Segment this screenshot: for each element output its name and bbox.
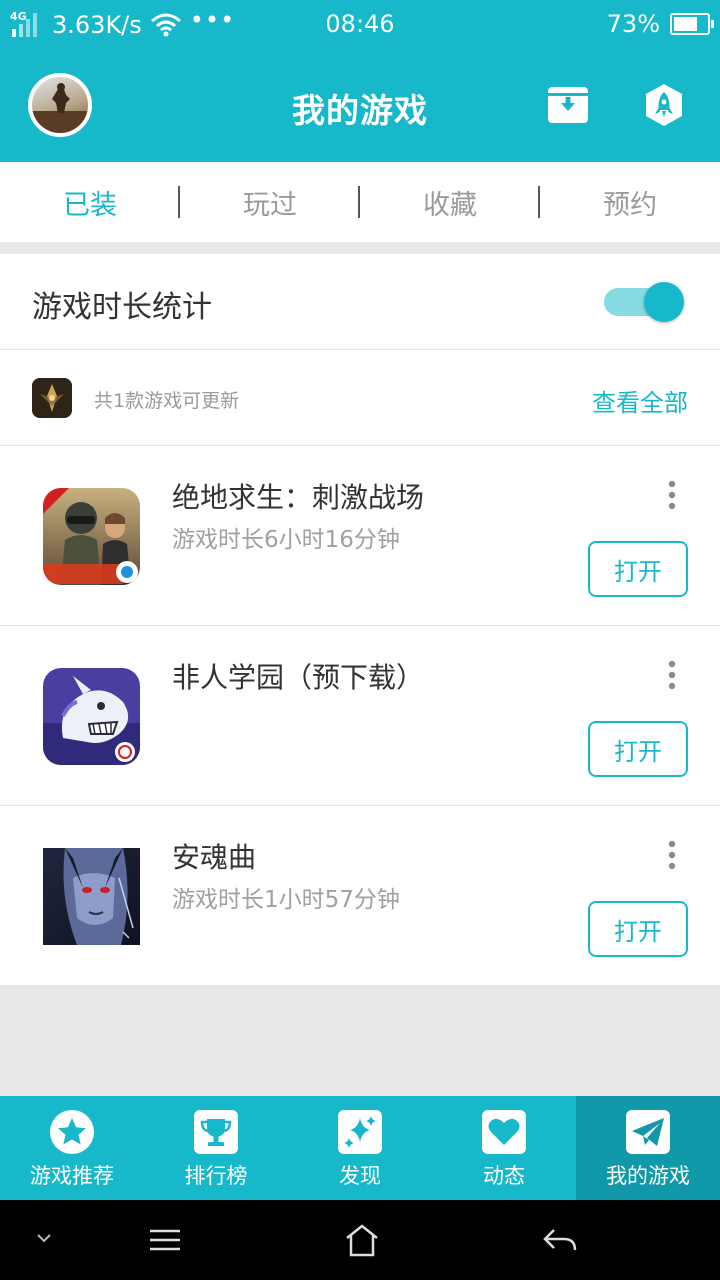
more-options-icon[interactable] <box>662 480 682 510</box>
star-icon <box>50 1110 94 1154</box>
tab-played[interactable]: 玩过 <box>180 162 360 242</box>
tab-reserved[interactable]: 预约 <box>540 162 720 242</box>
nav-label: 我的游戏 <box>606 1164 690 1188</box>
tab-divider <box>178 186 180 218</box>
nav-label: 排行榜 <box>184 1164 248 1188</box>
unicorn-game-icon <box>43 668 140 765</box>
nav-label: 动态 <box>483 1164 525 1188</box>
app-header: 我的游戏 <box>0 50 720 162</box>
more-options-icon[interactable] <box>662 840 682 870</box>
playtime-stats-toggle[interactable] <box>604 282 684 322</box>
menu-icon[interactable] <box>146 1222 184 1258</box>
update-count-text: 共1款游戏可更新 <box>94 390 240 412</box>
bottom-nav: 游戏推荐 排行榜 发现 动态 我的游戏 <box>0 1096 720 1200</box>
heart-icon <box>482 1110 526 1154</box>
open-button[interactable]: 打开 <box>588 541 688 597</box>
game-playtime: 游戏时长6小时16分钟 <box>172 527 400 553</box>
update-row[interactable]: 共1款游戏可更新 查看全部 <box>0 350 720 446</box>
nav-label: 游戏推荐 <box>30 1164 114 1188</box>
rocket-icon[interactable] <box>642 83 686 127</box>
trophy-icon <box>194 1110 238 1154</box>
open-button[interactable]: 打开 <box>588 721 688 777</box>
game-row[interactable]: 非人学园（预下载） 打开 <box>0 626 720 806</box>
game-name: 安魂曲 <box>172 841 257 874</box>
update-game-icon <box>32 378 72 418</box>
pubg-game-icon <box>43 488 140 585</box>
tab-installed[interactable]: 已装 <box>0 162 180 242</box>
page-title: 我的游戏 <box>292 91 428 130</box>
game-name: 非人学园（预下载） <box>172 661 425 694</box>
tab-divider <box>358 186 360 218</box>
battery-icon <box>670 13 714 35</box>
tab-divider <box>538 186 540 218</box>
game-name: 绝地求生：刺激战场 <box>172 481 425 514</box>
home-icon[interactable] <box>342 1222 382 1258</box>
nav-label: 发现 <box>339 1164 381 1188</box>
nav-rankings[interactable]: 排行榜 <box>144 1096 288 1200</box>
system-nav-bar <box>0 1200 720 1280</box>
battery-percent: 73% <box>606 10 660 38</box>
back-icon[interactable] <box>540 1222 580 1258</box>
more-options-icon[interactable] <box>662 660 682 690</box>
status-bar: 4G 3.63K/s ••• 08:46 73% <box>0 0 720 50</box>
paper-plane-icon <box>626 1110 670 1154</box>
nav-my-games[interactable]: 我的游戏 <box>576 1096 720 1200</box>
sparkle-icon <box>338 1110 382 1154</box>
game-row[interactable]: 绝地求生：刺激战场 游戏时长6小时16分钟 打开 <box>0 446 720 626</box>
game-row[interactable]: 安魂曲 游戏时长1小时57分钟 打开 <box>0 806 720 986</box>
tab-bar: 已装 玩过 收藏 预约 <box>0 162 720 242</box>
nav-discover[interactable]: 发现 <box>288 1096 432 1200</box>
game-playtime: 游戏时长1小时57分钟 <box>172 887 400 913</box>
playtime-stats-label: 游戏时长统计 <box>32 290 212 325</box>
open-button[interactable]: 打开 <box>588 901 688 957</box>
tab-favorites[interactable]: 收藏 <box>360 162 540 242</box>
requiem-game-icon <box>43 848 140 945</box>
nav-game-recommend[interactable]: 游戏推荐 <box>0 1096 144 1200</box>
chevron-down-icon[interactable] <box>34 1230 54 1246</box>
download-box-icon[interactable] <box>546 83 590 127</box>
nav-activity[interactable]: 动态 <box>432 1096 576 1200</box>
view-all-link[interactable]: 查看全部 <box>592 383 688 418</box>
